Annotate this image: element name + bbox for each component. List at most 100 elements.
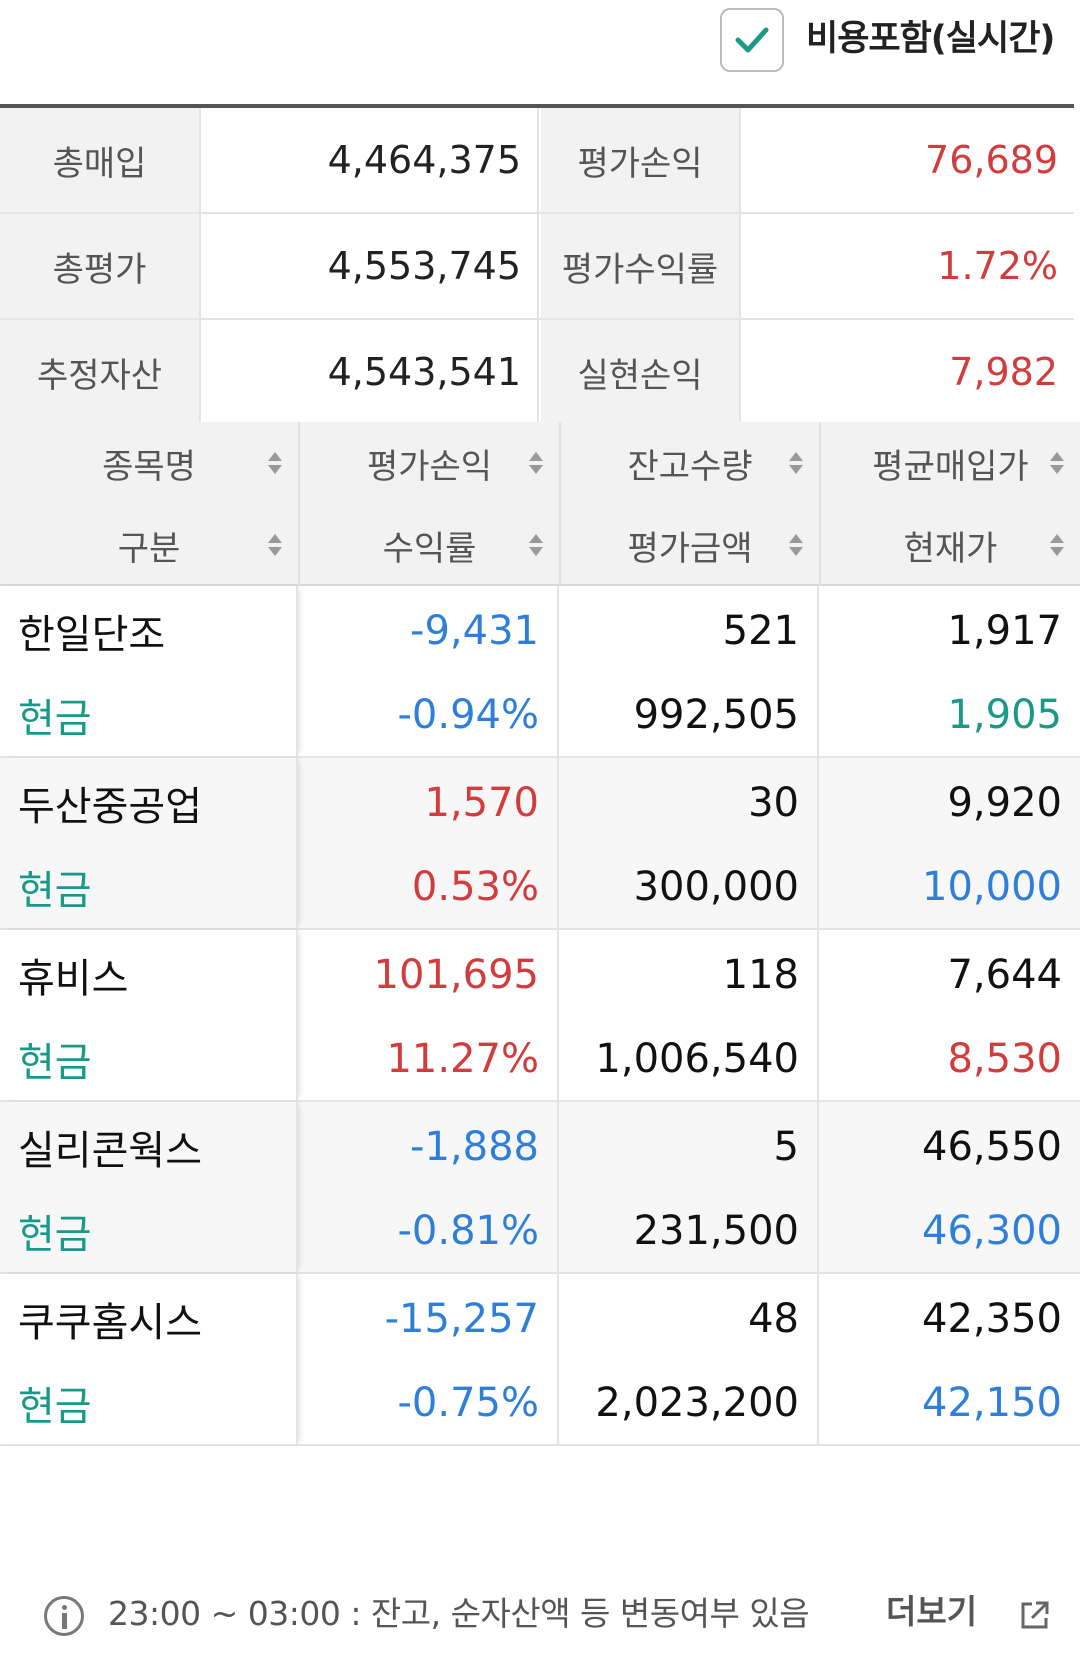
holding-pl: -1,888	[410, 1123, 539, 1170]
sort-by-eval[interactable]: 평가금액	[561, 504, 819, 586]
header-col-pl: 평가손익 수익률	[300, 422, 561, 586]
sort-by-pl[interactable]: 평가손익	[300, 422, 559, 504]
sort-icon	[527, 450, 545, 476]
holding-qty: 30	[748, 779, 799, 826]
header-eval-label: 평가금액	[627, 528, 753, 569]
holding-qty: 5	[773, 1123, 799, 1170]
sort-by-name[interactable]: 종목명	[0, 422, 298, 504]
sort-icon	[1048, 450, 1066, 476]
holding-rate: -0.94%	[397, 691, 539, 738]
holding-name-cell: 쿠쿠홈시스 현금	[0, 1274, 298, 1444]
holding-price: 46,300	[922, 1207, 1062, 1254]
holding-avg-cell: 46,550 46,300	[821, 1102, 1080, 1272]
header-col-name: 종목명 구분	[0, 422, 300, 586]
holding-avg: 1,917	[947, 607, 1062, 654]
holding-price: 1,905	[947, 691, 1062, 738]
holding-row[interactable]: 휴비스 현금 101,695 11.27% 118 1,006,540 7,64…	[0, 930, 1080, 1102]
holding-qty-cell: 118 1,006,540	[561, 930, 819, 1100]
sort-icon	[527, 532, 545, 558]
holding-avg-cell: 1,917 1,905	[821, 586, 1080, 756]
holding-row[interactable]: 실리콘웍스 현금 -1,888 -0.81% 5 231,500 46,550 …	[0, 1102, 1080, 1274]
holding-type: 현금	[18, 695, 92, 742]
external-link-icon[interactable]	[1018, 1598, 1052, 1632]
sort-by-rate[interactable]: 수익률	[300, 504, 559, 586]
sort-icon	[787, 532, 805, 558]
footer-notice-bar: 23:00 ~ 03:00 : 잔고, 순자산액 등 변동여부 있음 더보기	[0, 1580, 1080, 1650]
checkmark-icon	[735, 27, 769, 53]
sort-icon	[787, 450, 805, 476]
holding-price: 10,000	[922, 863, 1062, 910]
holding-pl-cell: 101,695 11.27%	[300, 930, 559, 1100]
holding-type: 현금	[18, 1211, 92, 1258]
options-bar: 비용포함(실시간)	[0, 0, 1080, 106]
holding-type: 현금	[18, 1039, 92, 1086]
holding-avg: 46,550	[922, 1123, 1062, 1170]
holding-name-cell: 휴비스 현금	[0, 930, 298, 1100]
holdings-header: 종목명 구분 평가손익 수익률 잔고수량 평가금액 평균매입가 현재가	[0, 422, 1080, 586]
holding-pl-cell: 1,570 0.53%	[300, 758, 559, 928]
holding-eval: 2,023,200	[595, 1379, 799, 1426]
eval-pl-value: 76,689	[743, 108, 1074, 212]
include-cost-label[interactable]: 비용포함(실시간)	[806, 14, 1055, 64]
info-icon	[44, 1596, 84, 1636]
holding-type: 현금	[18, 867, 92, 914]
summary-row: 총매입 4,464,375 평가손익 76,689	[0, 108, 1074, 214]
include-cost-checkbox[interactable]	[720, 8, 784, 72]
holding-price: 42,150	[922, 1379, 1062, 1426]
header-avg-label: 평균매입가	[872, 446, 1029, 487]
holding-name-cell: 실리콘웍스 현금	[0, 1102, 298, 1272]
holding-avg: 7,644	[947, 951, 1062, 998]
header-price-label: 현재가	[903, 528, 998, 569]
sort-by-avg[interactable]: 평균매입가	[821, 422, 1080, 504]
holding-qty-cell: 30 300,000	[561, 758, 819, 928]
header-col-qty: 잔고수량 평가금액	[561, 422, 821, 586]
total-purchase-value: 4,464,375	[203, 108, 539, 212]
holding-avg-cell: 7,644 8,530	[821, 930, 1080, 1100]
holding-row[interactable]: 두산중공업 현금 1,570 0.53% 30 300,000 9,920 10…	[0, 758, 1080, 930]
header-qty-label: 잔고수량	[627, 446, 753, 487]
holding-qty-cell: 5 231,500	[561, 1102, 819, 1272]
holding-rate: -0.75%	[397, 1379, 539, 1426]
holding-name-cell: 한일단조 현금	[0, 586, 298, 756]
holding-name: 휴비스	[18, 955, 129, 1002]
holding-rate: 11.27%	[386, 1035, 539, 1082]
holding-name: 실리콘웍스	[18, 1127, 202, 1174]
holding-name: 한일단조	[18, 611, 166, 658]
holding-eval: 231,500	[633, 1207, 799, 1254]
holding-name: 두산중공업	[18, 783, 202, 830]
sort-icon	[1048, 532, 1066, 558]
total-purchase-label: 총매입	[0, 108, 201, 212]
summary-row: 총평가 4,553,745 평가수익률 1.72%	[0, 214, 1074, 320]
more-link[interactable]: 더보기	[886, 1590, 977, 1634]
estimated-assets-value: 4,543,541	[203, 320, 539, 424]
holding-pl: 1,570	[424, 779, 539, 826]
holding-pl-cell: -15,257 -0.75%	[300, 1274, 559, 1444]
holding-qty-cell: 48 2,023,200	[561, 1274, 819, 1444]
holding-type: 현금	[18, 1383, 92, 1430]
eval-return-label: 평가수익률	[541, 214, 741, 318]
eval-pl-label: 평가손익	[541, 108, 741, 212]
header-type-label: 구분	[117, 528, 181, 569]
holding-eval: 1,006,540	[595, 1035, 799, 1082]
notice-text: 23:00 ~ 03:00 : 잔고, 순자산액 등 변동여부 있음	[108, 1594, 810, 1633]
holding-pl-cell: -9,431 -0.94%	[300, 586, 559, 756]
sort-by-price[interactable]: 현재가	[821, 504, 1080, 586]
sort-icon	[266, 450, 284, 476]
holding-row[interactable]: 한일단조 현금 -9,431 -0.94% 521 992,505 1,917 …	[0, 586, 1080, 758]
holding-pl: -15,257	[384, 1295, 539, 1342]
holding-qty: 48	[748, 1295, 799, 1342]
holding-name: 쿠쿠홈시스	[18, 1299, 202, 1346]
summary-row: 추정자산 4,543,541 실현손익 7,982	[0, 320, 1074, 426]
total-eval-label: 총평가	[0, 214, 201, 318]
estimated-assets-label: 추정자산	[0, 320, 201, 424]
holding-pl: -9,431	[410, 607, 539, 654]
sort-by-qty[interactable]: 잔고수량	[561, 422, 819, 504]
holding-row[interactable]: 쿠쿠홈시스 현금 -15,257 -0.75% 48 2,023,200 42,…	[0, 1274, 1080, 1446]
sort-icon	[266, 532, 284, 558]
holding-price: 8,530	[947, 1035, 1062, 1082]
realized-pl-value: 7,982	[743, 320, 1074, 424]
header-pl-label: 평가손익	[366, 446, 493, 487]
holding-name-cell: 두산중공업 현금	[0, 758, 298, 928]
holding-pl: 101,695	[373, 951, 539, 998]
sort-by-type[interactable]: 구분	[0, 504, 298, 586]
